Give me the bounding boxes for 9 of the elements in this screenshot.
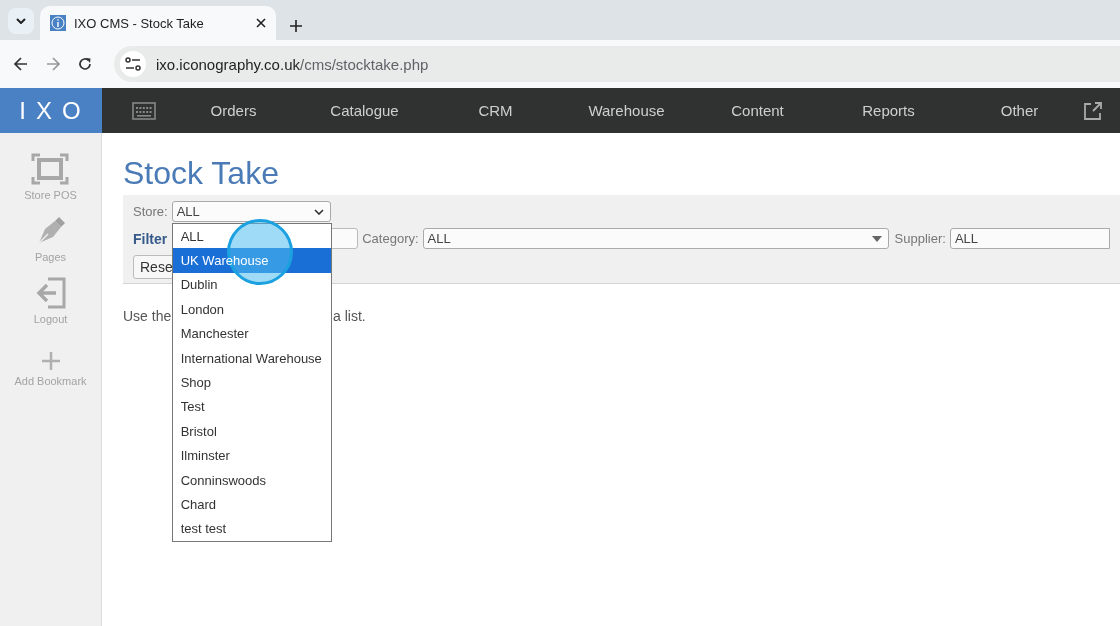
filter-label: Filter — [133, 230, 168, 247]
hint-text: Use the — [123, 308, 172, 324]
page-title: Stock Take — [123, 154, 280, 193]
tab-title: IXO CMS - Stock Take — [74, 15, 205, 31]
hint-text: a list. — [333, 308, 366, 324]
url-text: ixo.iconography.co.uk/cms/stocktake.php — [156, 55, 429, 73]
field-label: Supplier: — [894, 231, 946, 246]
field-label: Store: — [133, 204, 168, 219]
field-label: Category: — [362, 231, 419, 246]
